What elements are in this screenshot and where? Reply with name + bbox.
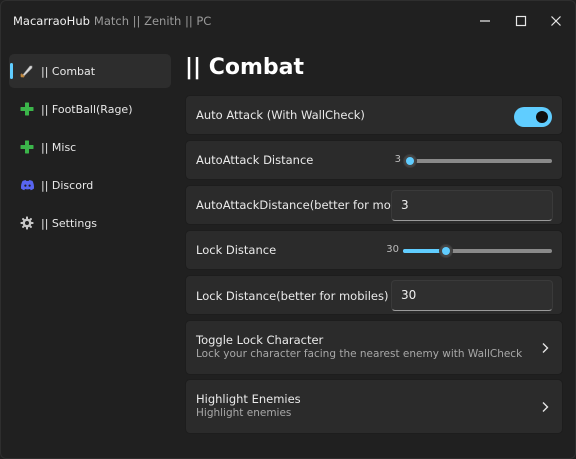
autoattack-distance-value: 3	[394, 154, 401, 165]
toggle-knob	[536, 111, 548, 123]
chevron-right-icon	[542, 402, 549, 412]
discord-icon	[19, 177, 35, 193]
lock-distance-input-label: Lock Distance(better for mobiles)	[196, 289, 389, 303]
autoattack-distance-input[interactable]: 3	[391, 190, 553, 221]
app-subtitle: Match || Zenith || PC	[93, 14, 212, 28]
close-button[interactable]	[543, 10, 569, 32]
maximize-icon	[515, 15, 527, 27]
highlight-enemies-row[interactable]: Highlight Enemies Highlight enemies	[185, 379, 563, 434]
slider-thumb[interactable]	[403, 154, 418, 168]
minimize-icon	[480, 20, 490, 22]
app-window: MacarraoHub Match || Zenith || PC || Comb…	[0, 0, 576, 459]
sidebar-item-football-rage[interactable]: || FootBall(Rage)	[9, 92, 171, 126]
highlight-enemies-label: Highlight Enemies	[196, 392, 301, 406]
maximize-button[interactable]	[508, 10, 534, 32]
toggle-lock-character-label: Toggle Lock Character	[196, 333, 324, 347]
sword-icon	[19, 63, 35, 79]
lock-distance-input[interactable]: 30	[391, 280, 553, 311]
lock-distance-row: Lock Distance 30	[185, 230, 563, 270]
lock-distance-value: 30	[386, 244, 399, 255]
autoattack-distance-row: AutoAttack Distance 3	[185, 140, 563, 180]
toggle-lock-character-row[interactable]: Toggle Lock Character Lock your characte…	[185, 320, 563, 375]
lock-distance-input-row: Lock Distance(better for mobiles) 30	[185, 275, 563, 315]
sidebar-item-combat[interactable]: || Combat	[9, 54, 171, 88]
autoattack-distance-input-label: AutoAttackDistance(better for mobiles)	[196, 198, 422, 212]
auto-attack-toggle[interactable]	[514, 107, 552, 127]
sidebar-item-settings[interactable]: || Settings	[9, 206, 171, 240]
app-name: MacarraoHub	[13, 14, 90, 28]
sidebar-item-label: || Settings	[41, 216, 98, 230]
window-title: MacarraoHub Match || Zenith || PC	[13, 14, 211, 28]
autoattack-distance-slider[interactable]	[406, 159, 552, 163]
close-icon	[551, 16, 561, 26]
sidebar-item-label: || Misc	[41, 140, 77, 154]
minimize-button[interactable]	[472, 10, 498, 32]
gear-icon	[19, 215, 35, 231]
sidebar-item-misc[interactable]: || Misc	[9, 130, 171, 164]
sidebar-item-discord[interactable]: || Discord	[9, 168, 171, 202]
page-title: || Combat	[185, 55, 305, 80]
auto-attack-label: Auto Attack (With WallCheck)	[196, 108, 365, 122]
slider-thumb[interactable]	[439, 244, 454, 258]
chevron-right-icon	[542, 343, 549, 353]
autoattack-distance-label: AutoAttack Distance	[196, 153, 314, 167]
highlight-enemies-description: Highlight enemies	[196, 407, 292, 419]
sidebar-item-label: || Discord	[41, 178, 94, 192]
autoattack-distance-input-row: AutoAttackDistance(better for mobiles) 3	[185, 185, 563, 225]
auto-attack-row[interactable]: Auto Attack (With WallCheck)	[185, 95, 563, 135]
sidebar: || Combat || FootBall(Rage) || Misc || D…	[9, 54, 171, 244]
lock-distance-slider[interactable]	[403, 249, 552, 253]
plus-icon	[19, 101, 35, 117]
title-bar[interactable]: MacarraoHub Match || Zenith || PC	[1, 1, 575, 43]
sidebar-item-label: || FootBall(Rage)	[41, 102, 133, 116]
lock-distance-label: Lock Distance	[196, 243, 277, 257]
toggle-lock-character-description: Lock your character facing the nearest e…	[196, 348, 523, 360]
plus-icon	[19, 139, 35, 155]
active-indicator	[10, 63, 13, 79]
sidebar-item-label: || Combat	[41, 64, 96, 78]
